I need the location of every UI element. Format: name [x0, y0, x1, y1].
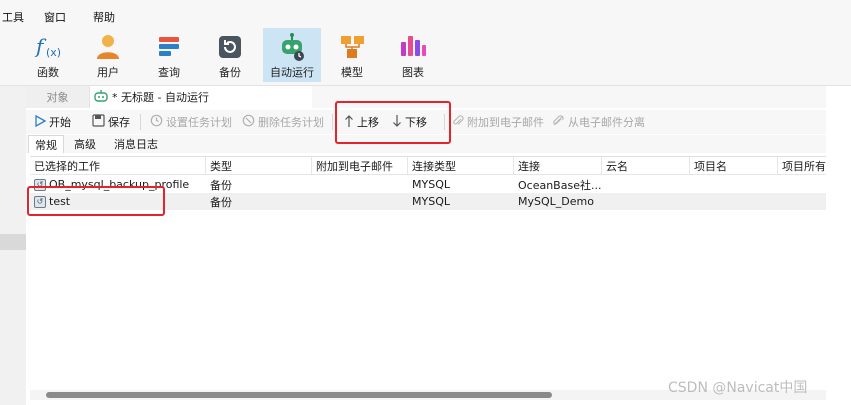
user-icon [93, 32, 123, 62]
col-header-conn[interactable]: 连接 [514, 157, 602, 175]
play-icon [34, 114, 47, 130]
col-header-owner[interactable]: 项目所有 [778, 157, 826, 175]
paperclip-detach-icon [552, 114, 565, 130]
ribbon-automation-label: 自动运行 [270, 66, 314, 79]
table-row[interactable]: ↺ OB_mysql_backup_profile 备份 MYSQL Ocean… [30, 176, 826, 193]
scrollbar-thumb[interactable] [46, 392, 552, 398]
col-header-cloud[interactable]: 云名 [602, 157, 690, 175]
ribbon-query-button[interactable]: 查询 [141, 28, 197, 82]
ribbon-function-button[interactable]: f (x) 函数 [20, 28, 76, 82]
cell-conn: MySQL_Demo [518, 195, 594, 208]
ribbon-backup-label: 备份 [219, 66, 241, 79]
set-schedule-button[interactable]: 设置任务计划 [150, 110, 232, 134]
sub-tab-bar: 常规 高级 消息日志 [26, 135, 826, 153]
save-icon [92, 114, 105, 130]
col-header-email[interactable]: 附加到电子邮件 [312, 157, 408, 175]
detach-email-label: 从电子邮件分离 [568, 116, 645, 129]
ribbon-model-label: 模型 [341, 66, 363, 79]
col-header-conn-type[interactable]: 连接类型 [408, 157, 514, 175]
table-row[interactable]: ↺ test 备份 MYSQL MySQL_Demo [30, 193, 826, 210]
menu-tools[interactable]: 工具 [2, 9, 24, 25]
cell-conn-type: MYSQL [412, 195, 450, 208]
col-header-type[interactable]: 类型 [206, 157, 312, 175]
arrow-up-icon [344, 114, 354, 131]
ribbon-function-label: 函数 [37, 66, 59, 79]
tab-automation-doc[interactable]: * 无标题 - 自动运行 [90, 86, 312, 108]
tab-general[interactable]: 常规 [28, 135, 64, 153]
attach-email-label: 附加到电子邮件 [467, 116, 544, 129]
cell-email [312, 176, 408, 193]
robot-tab-icon [94, 89, 108, 105]
start-label: 开始 [49, 116, 71, 129]
cell-type: 备份 [210, 195, 232, 209]
move-down-button[interactable]: 下移 [392, 110, 427, 134]
ribbon-chart-label: 图表 [402, 66, 424, 79]
ribbon-query-label: 查询 [158, 66, 180, 79]
ribbon-chart-button[interactable]: 图表 [385, 28, 441, 82]
ribbon-user-label: 用户 [97, 66, 119, 79]
svg-text:(x): (x) [46, 46, 61, 59]
tab-objects[interactable]: 对象 [26, 86, 90, 108]
function-icon: f (x) [33, 32, 63, 62]
tab-advanced[interactable]: 高级 [68, 135, 102, 153]
move-down-label: 下移 [405, 116, 427, 129]
toolbar-separator [444, 114, 445, 130]
move-up-button[interactable]: 上移 [344, 110, 379, 134]
action-toolbar: 开始 保存 设置任务计划 删除任务计划 上移 下移 附加到电子邮件 从电子邮件分… [26, 110, 826, 134]
col-header-project[interactable]: 项目名 [690, 157, 778, 175]
backup-job-icon: ↺ [34, 178, 46, 191]
cell-job: OB_mysql_backup_profile [49, 178, 190, 191]
grid-header: 已选择的工作 类型 附加到电子邮件 连接类型 连接 云名 项目名 项目所有 [30, 157, 826, 175]
toolbar-separator [140, 114, 141, 130]
cell-type: 备份 [210, 178, 232, 192]
menu-bar: 工具 窗口 帮助 [0, 0, 851, 28]
paperclip-icon [452, 114, 464, 130]
robot-icon [277, 32, 307, 62]
set-schedule-label: 设置任务计划 [166, 116, 232, 129]
col-header-job[interactable]: 已选择的工作 [30, 157, 206, 175]
backup-job-icon: ↺ [34, 195, 46, 208]
selected-jobs-grid: 已选择的工作 类型 附加到电子邮件 连接类型 连接 云名 项目名 项目所有 ↺ … [30, 156, 826, 388]
delete-schedule-button[interactable]: 删除任务计划 [242, 110, 324, 134]
clock-icon [150, 114, 163, 130]
save-label: 保存 [108, 116, 130, 129]
arrow-down-icon [392, 114, 402, 131]
cell-job: test [49, 195, 71, 208]
menu-window[interactable]: 窗口 [44, 9, 66, 25]
clock-delete-icon [242, 114, 255, 130]
ribbon-user-button[interactable]: 用户 [80, 28, 136, 82]
sidebar-selected-item[interactable] [0, 234, 26, 250]
query-icon [154, 32, 184, 62]
document-tab-bar: 对象 * 无标题 - 自动运行 [26, 86, 826, 108]
model-icon [337, 32, 367, 62]
detach-email-button[interactable]: 从电子邮件分离 [552, 110, 645, 134]
tab-doc-title: * 无标题 - 自动运行 [112, 91, 209, 104]
save-button[interactable]: 保存 [92, 110, 130, 134]
cell-email [312, 193, 408, 210]
toolbar-separator [332, 114, 333, 130]
move-up-label: 上移 [357, 116, 379, 129]
start-button[interactable]: 开始 [34, 110, 71, 134]
delete-schedule-label: 删除任务计划 [258, 116, 324, 129]
watermark: CSDN @Navicat中国 [668, 380, 808, 396]
ribbon-backup-button[interactable]: 备份 [202, 28, 258, 82]
attach-email-button[interactable]: 附加到电子邮件 [452, 110, 544, 134]
ribbon-model-button[interactable]: 模型 [324, 28, 380, 82]
cell-conn-type: MYSQL [412, 178, 450, 191]
right-margin [826, 86, 851, 405]
tab-message-log[interactable]: 消息日志 [108, 135, 164, 153]
ribbon-automation-button[interactable]: 自动运行 [263, 28, 321, 82]
ribbon-toolbar: f (x) 函数 用户 查询 备份 自动运行 模型 图表 [0, 28, 851, 86]
left-sidebar [0, 86, 26, 405]
menu-help[interactable]: 帮助 [93, 9, 115, 25]
cell-conn: OceanBase社... [518, 178, 602, 192]
backup-icon [215, 32, 245, 62]
chart-icon [398, 32, 428, 62]
